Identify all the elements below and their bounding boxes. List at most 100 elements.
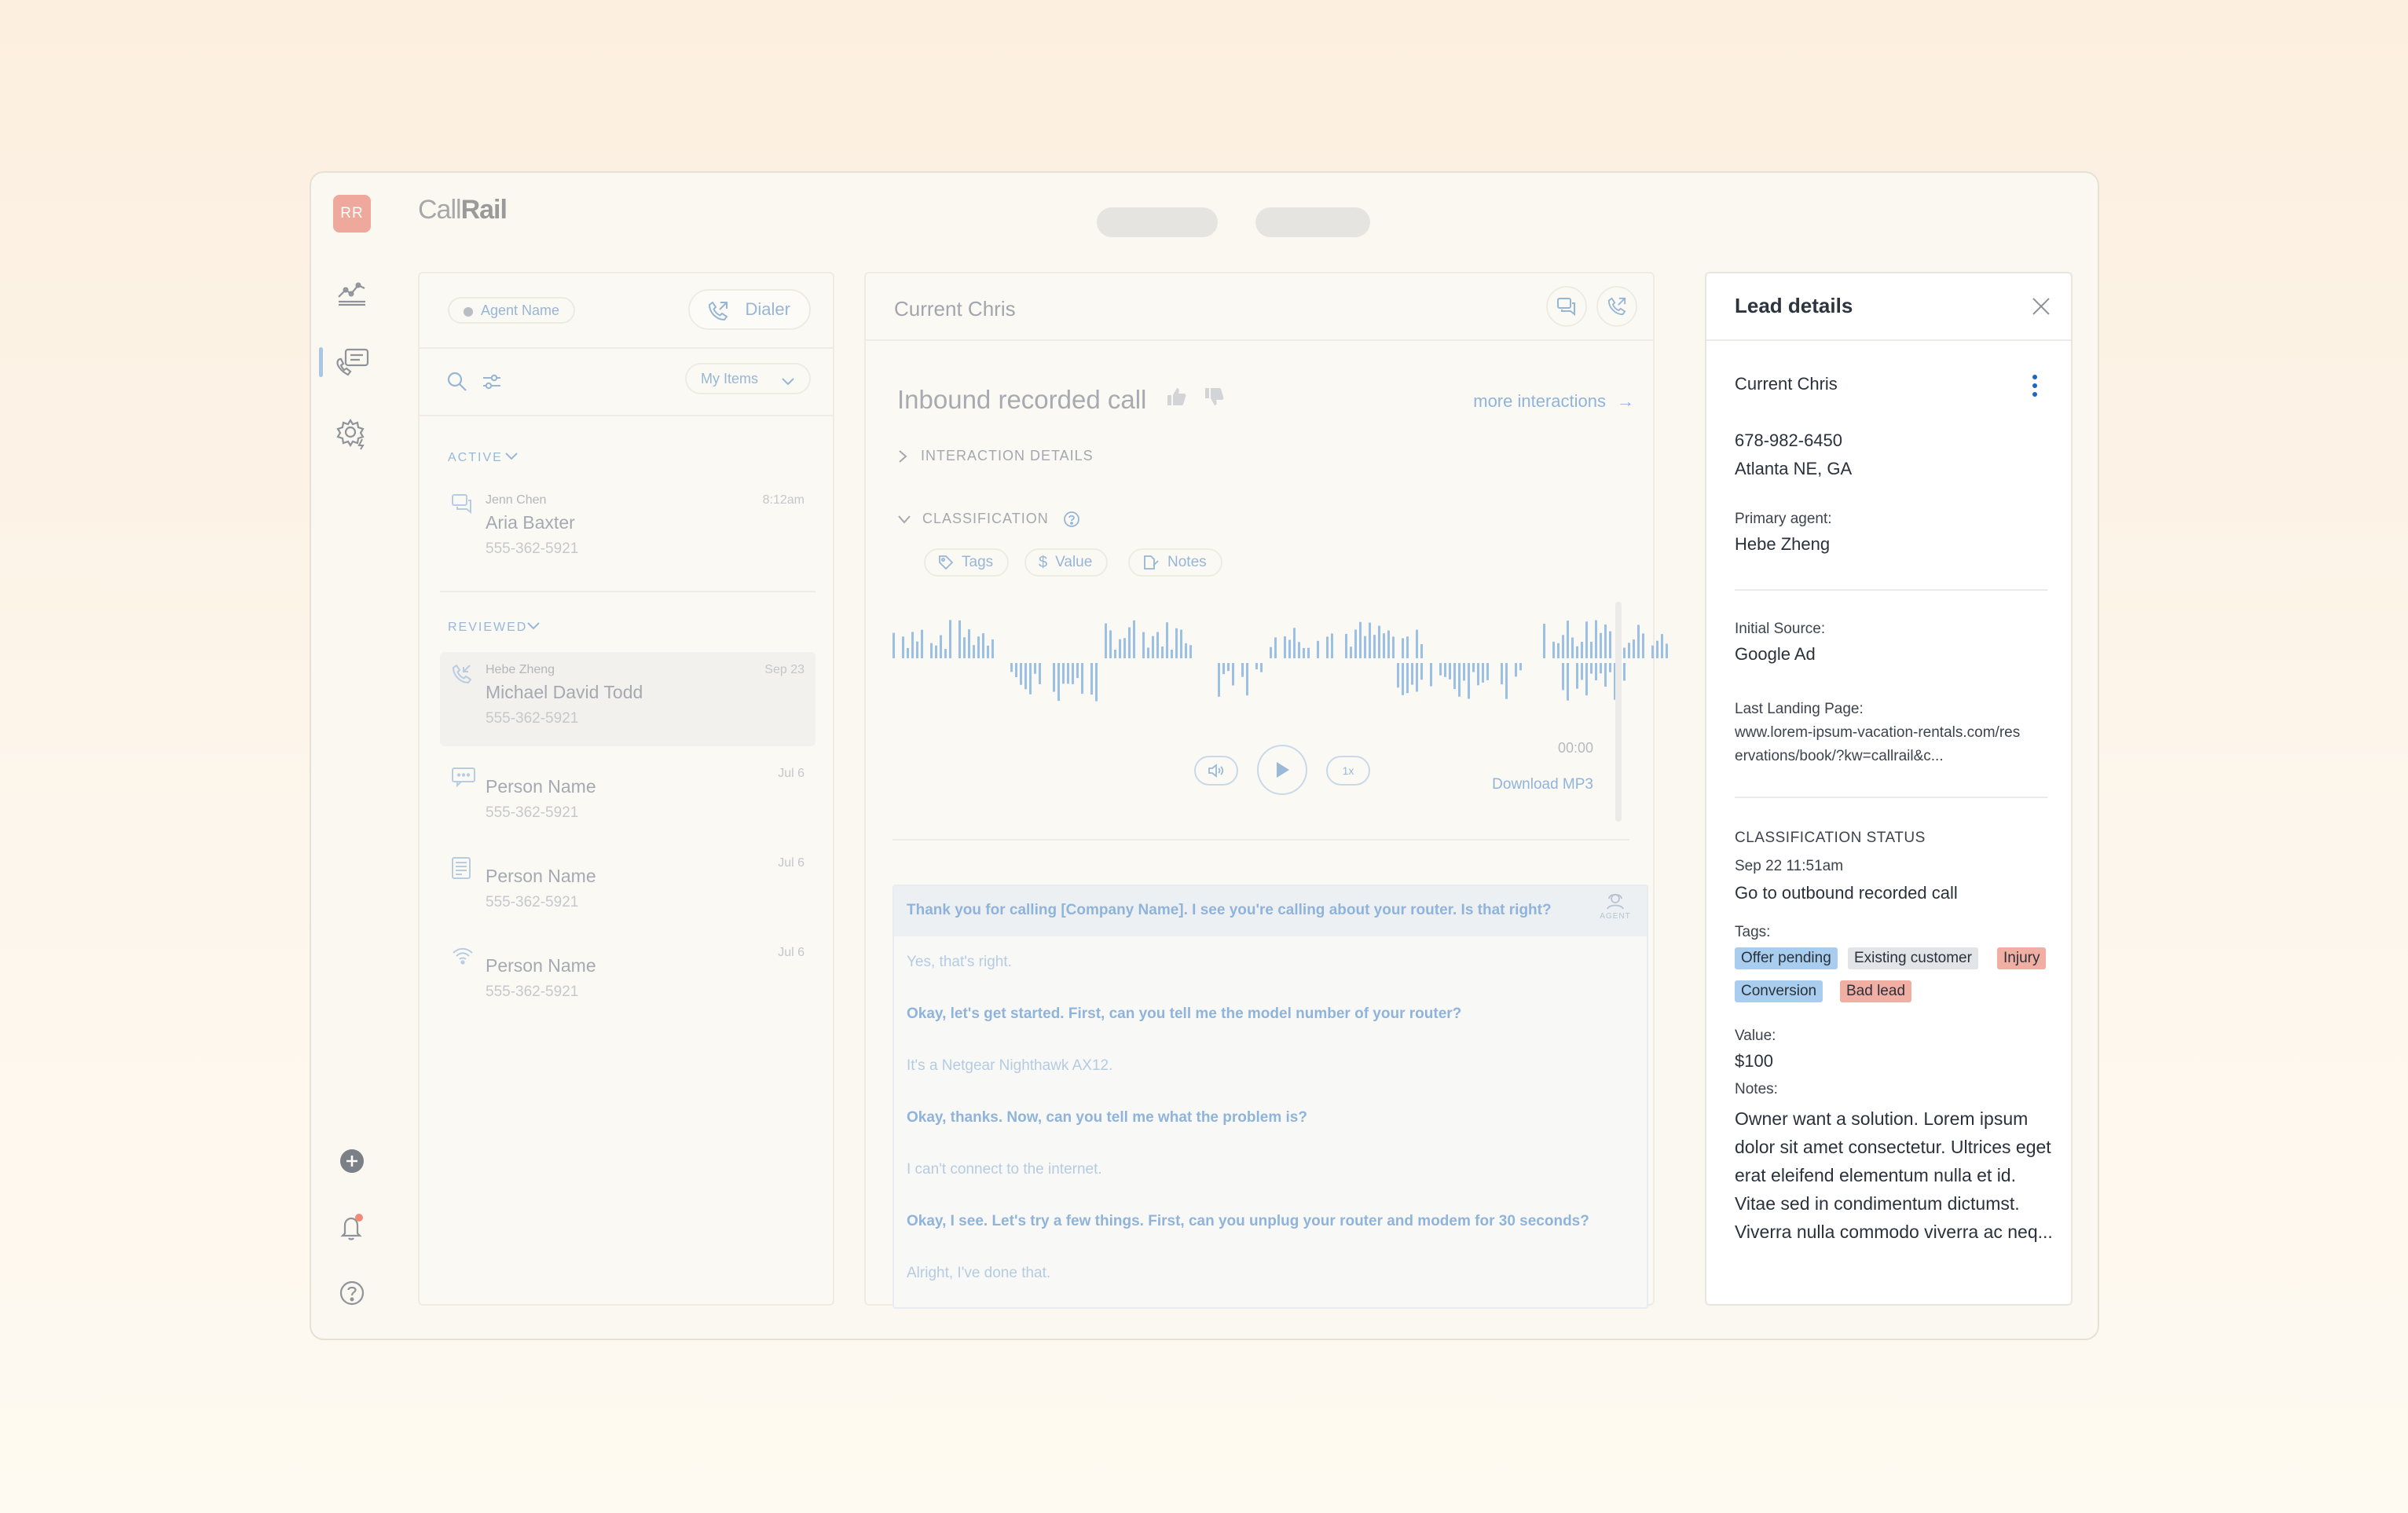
item-phone: 555-362-5921: [486, 710, 579, 727]
waveform-bar: [1416, 629, 1418, 658]
waveform-bar: [1284, 636, 1286, 658]
audio-waveform[interactable]: [892, 610, 1670, 707]
value-label: Value:: [1735, 1028, 1776, 1044]
notes-chip[interactable]: Notes: [1128, 548, 1222, 577]
waveform-bar: [1062, 663, 1065, 684]
tags-label: Tags:: [1735, 924, 1771, 940]
speaker-icon: [1208, 764, 1224, 778]
waveform-bar: [1161, 646, 1164, 658]
tag-offer-pending[interactable]: Offer pending: [1735, 947, 1838, 969]
lead-phone-link[interactable]: 678-982-6450: [1735, 430, 1842, 451]
message-button[interactable]: [1546, 286, 1587, 327]
waveform-bar: [1590, 641, 1593, 658]
user-avatar[interactable]: RR: [333, 195, 371, 233]
classification-date: Sep 22 11:51am: [1735, 858, 1844, 874]
chevron-down-icon[interactable]: [504, 451, 519, 465]
conversation-item[interactable]: Person Name 555-362-5921 Jul 6: [440, 935, 815, 1029]
lead-name: Current Chris: [1735, 374, 1838, 394]
help-icon[interactable]: [333, 1274, 371, 1312]
transcript-line: Okay, I see. Let's try a few things. Fir…: [907, 1213, 1589, 1229]
waveform-bar: [911, 632, 914, 658]
section-reviewed-label[interactable]: REVIEWED: [448, 621, 527, 635]
item-name: Person Name: [486, 955, 596, 976]
waveform-bar: [1567, 663, 1569, 701]
dialer-button[interactable]: Dialer: [688, 289, 811, 330]
waveform-bar: [1109, 630, 1112, 658]
outbound-call-link[interactable]: Go to outbound recorded call: [1735, 883, 1958, 903]
conversation-item[interactable]: Person Name 555-362-5921 Jul 6: [440, 845, 815, 940]
waveform-bar: [1604, 663, 1607, 687]
divider: [1735, 797, 2047, 798]
notifications-icon[interactable]: [333, 1208, 371, 1246]
classification-toggle[interactable]: CLASSIFICATION: [897, 511, 1080, 528]
value-chip[interactable]: $ Value: [1024, 548, 1109, 577]
transcript-line: Thank you for calling [Company Name]. I …: [907, 902, 1552, 918]
waveform-bar: [1552, 641, 1555, 658]
waveform-bar: [1072, 663, 1074, 684]
add-icon[interactable]: [333, 1142, 371, 1180]
phone-icon: [707, 300, 729, 327]
my-items-dropdown[interactable]: My Items: [685, 363, 811, 394]
volume-button[interactable]: [1194, 756, 1238, 786]
notes-chip-label: Notes: [1167, 554, 1207, 570]
waveform-bar: [1142, 632, 1145, 658]
value-chip-label: Value: [1055, 554, 1093, 570]
item-phone: 555-362-5921: [486, 984, 579, 1000]
conversation-item[interactable]: Hebe Zheng Michael David Todd 555-362-59…: [440, 652, 815, 746]
waveform-bar: [1053, 663, 1055, 692]
waveform-bar: [1453, 663, 1456, 690]
waveform-bar: [1402, 663, 1404, 695]
more-options-icon[interactable]: [2032, 374, 2038, 401]
tag-injury[interactable]: Injury: [1997, 947, 2047, 969]
waveform-bar: [1637, 625, 1640, 658]
conversation-list-panel: Agent Name Dialer My Items ACTIVE Jenn C…: [418, 272, 834, 1306]
waveform-bar: [1449, 663, 1451, 680]
thumbs-down-icon[interactable]: [1202, 385, 1226, 412]
waveform-bar: [1585, 621, 1588, 658]
scrollbar[interactable]: [1615, 602, 1622, 822]
call-detail-panel: Current Chris Inbound recorded call more…: [864, 272, 1668, 1309]
tags-chip[interactable]: Tags: [924, 548, 1010, 577]
download-mp3-link[interactable]: Download MP3: [1492, 776, 1593, 793]
waveform-bar: [1595, 663, 1597, 681]
waveform-bar: [1189, 645, 1192, 658]
thumbs-up-icon[interactable]: [1164, 385, 1188, 412]
tag-bad-lead[interactable]: Bad lead: [1840, 980, 1912, 1002]
waveform-bar: [1350, 647, 1352, 658]
tag-conversion[interactable]: Conversion: [1735, 980, 1823, 1002]
waveform-bar: [1642, 633, 1644, 658]
filter-sliders-icon[interactable]: [481, 371, 503, 397]
arrow-right-icon[interactable]: →: [1617, 391, 1634, 412]
search-icon[interactable]: [446, 371, 468, 397]
waveform-bar: [1015, 663, 1017, 678]
close-icon[interactable]: [2030, 295, 2052, 321]
playback-speed-button[interactable]: 1x: [1326, 756, 1370, 786]
settings-icon[interactable]: [333, 415, 371, 452]
agent-status-chip[interactable]: Agent Name: [448, 297, 576, 324]
waveform-bar: [1501, 663, 1503, 685]
waveform-bar: [1486, 663, 1489, 680]
play-button[interactable]: [1257, 745, 1307, 795]
waveform-bar: [1369, 622, 1371, 658]
conversation-item[interactable]: Person Name 555-362-5921 Jul 6: [440, 756, 815, 850]
waveform-bar: [1656, 640, 1658, 658]
tags-chip-label: Tags: [962, 554, 994, 570]
call-transcript[interactable]: AGENT Thank you for calling [Company Nam…: [892, 885, 1648, 1309]
waveform-bar: [940, 635, 942, 658]
conversations-icon[interactable]: [333, 344, 371, 382]
waveform-bar: [1090, 663, 1093, 695]
more-interactions-link[interactable]: more interactions: [1473, 391, 1606, 412]
interaction-details-toggle[interactable]: INTERACTION DETAILS: [897, 448, 1094, 464]
chevron-down-icon[interactable]: [526, 621, 541, 635]
tag-existing-customer[interactable]: Existing customer: [1848, 947, 1978, 969]
analytics-icon[interactable]: [333, 273, 371, 311]
waveform-bar: [1416, 663, 1418, 692]
divider: [866, 339, 1653, 341]
agent-headset-icon: [1607, 893, 1624, 910]
call-contact-name: Current Chris: [894, 297, 1016, 321]
conversation-item[interactable]: Jenn Chen Aria Baxter 555-362-5921 8:12a…: [440, 482, 815, 577]
waveform-bar: [1430, 663, 1432, 687]
section-active-label[interactable]: ACTIVE: [448, 451, 503, 465]
call-button[interactable]: [1596, 286, 1637, 327]
waveform-bar: [1307, 647, 1310, 658]
